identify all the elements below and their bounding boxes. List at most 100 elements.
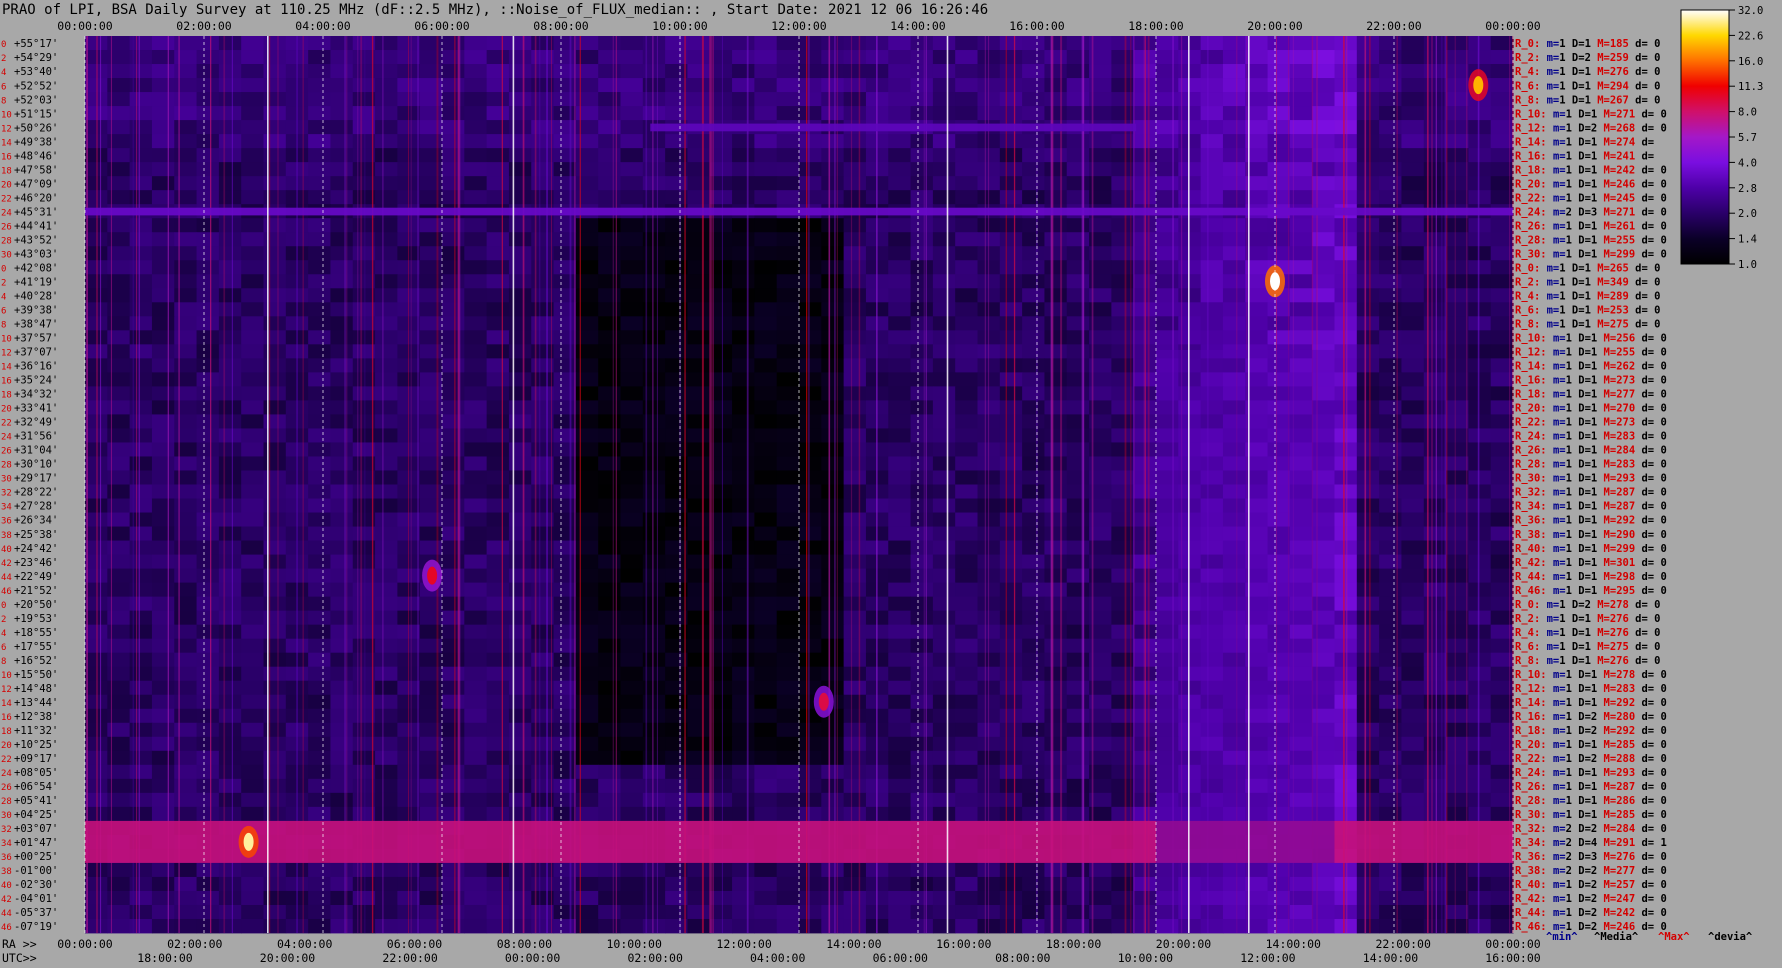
heatmap-cell (174, 64, 198, 79)
heatmap-cell (419, 652, 443, 668)
heatmap-cell (955, 218, 979, 233)
heatmap-cell (241, 862, 265, 878)
heatmap-cell (910, 78, 934, 93)
heatmap-cell (174, 358, 198, 373)
heatmap-cell (330, 64, 354, 79)
heatmap-cell (553, 330, 577, 345)
heatmap-cell (799, 554, 822, 569)
heatmap-cell (888, 708, 912, 724)
heatmap-cell (218, 106, 242, 121)
heatmap-cell (1446, 288, 1469, 303)
heatmap-cell (910, 414, 934, 429)
heatmap-cell (620, 456, 644, 471)
interference-streak (522, 36, 525, 933)
heatmap-cell (308, 246, 332, 261)
heatmap-cell (1222, 162, 1246, 177)
heatmap-cell (174, 624, 198, 640)
heatmap-cell (1044, 260, 1068, 275)
heatmap-cell (999, 568, 1023, 584)
heatmap-cell (776, 106, 800, 121)
heatmap-cell (1066, 876, 1090, 892)
heatmap-cell (375, 526, 398, 541)
heatmap-cell (1401, 680, 1425, 696)
heatmap-cell (263, 904, 287, 920)
heatmap-cell (151, 386, 175, 401)
heatmap-cell (196, 498, 220, 513)
heatmap-cell (486, 36, 510, 51)
heatmap-cell (1379, 330, 1403, 345)
row-stat: R_8: m=1 D=1 M=275 d= 0 (1515, 319, 1660, 331)
heatmap-cell (687, 414, 711, 429)
row-index: 32 (1, 489, 12, 499)
heatmap-cell (1468, 344, 1492, 359)
heatmap-cell (263, 680, 287, 696)
heatmap-cell (218, 470, 242, 485)
heatmap-cell (196, 610, 220, 626)
heatmap-cell (1200, 92, 1224, 107)
heatmap-cell (799, 540, 822, 555)
heatmap-cell (263, 624, 287, 640)
heatmap-cell (1401, 36, 1425, 51)
heatmap-cell (531, 764, 555, 780)
heatmap-cell (955, 274, 979, 289)
heatmap-cell (241, 736, 265, 752)
heatmap-cell (553, 666, 577, 682)
heatmap-cell (241, 610, 265, 626)
heatmap-cell (888, 876, 912, 892)
heatmap-cell (107, 876, 131, 892)
heatmap-cell (1222, 120, 1246, 135)
heatmap-cell (464, 554, 488, 569)
heatmap-cell (843, 428, 867, 443)
row-stat: R_22: m=1 D=2 M=288 d= 0 (1515, 753, 1667, 765)
heatmap-cell (999, 302, 1023, 317)
heatmap-cell (486, 148, 510, 163)
heatmap-cell (575, 316, 599, 331)
heatmap-cell (843, 106, 867, 121)
heatmap-cell (843, 918, 867, 934)
interference-streak (302, 36, 304, 933)
heatmap-cell (1044, 246, 1068, 261)
heatmap-cell (1446, 274, 1469, 289)
heatmap-cell (218, 316, 242, 331)
declination-label: -07°19' (14, 921, 58, 933)
heatmap-cell (732, 512, 755, 527)
heatmap-cell (531, 582, 555, 598)
heatmap-cell (308, 918, 332, 934)
heatmap-cell (754, 386, 778, 401)
heatmap-cell (107, 358, 131, 373)
heatmap-cell (754, 750, 778, 766)
heatmap-cell (932, 666, 956, 682)
heatmap-cell (308, 568, 332, 584)
heatmap-cell (888, 330, 912, 345)
heatmap-cell (598, 386, 622, 401)
heatmap-cell (531, 568, 555, 584)
colorbar: 32.022.616.011.38.05.74.02.82.01.41.0 (1680, 5, 1763, 271)
heatmap-cell (218, 554, 242, 569)
heatmap-cell (442, 666, 465, 682)
heatmap-cell (999, 414, 1023, 429)
heatmap-cell (888, 400, 912, 415)
heatmap-cell (754, 316, 778, 331)
heatmap-cell (151, 708, 175, 724)
heatmap-cell (910, 554, 934, 569)
heatmap-cell (1379, 50, 1403, 65)
heatmap-cell (308, 876, 332, 892)
heatmap-cell (308, 722, 332, 738)
heatmap-cell (910, 890, 934, 906)
row-stat: R_4: m=1 D=1 M=289 d= 0 (1515, 291, 1660, 303)
heatmap-cell (1468, 764, 1492, 780)
heatmap-cell (575, 890, 599, 906)
heatmap-cell (107, 568, 131, 584)
interference-streak (538, 36, 541, 933)
heatmap-cell (1022, 736, 1046, 752)
heatmap-cell (910, 624, 934, 640)
heatmap-cell (1066, 400, 1090, 415)
heatmap-cell (799, 512, 822, 527)
heatmap-cell (1468, 274, 1492, 289)
interference-streak (296, 36, 298, 933)
top-tick-label: 10:00:00 (652, 19, 707, 33)
heatmap-cell (419, 92, 443, 107)
heatmap-cell (799, 736, 822, 752)
heatmap-cell (508, 666, 532, 682)
heatmap-cell (486, 596, 510, 612)
